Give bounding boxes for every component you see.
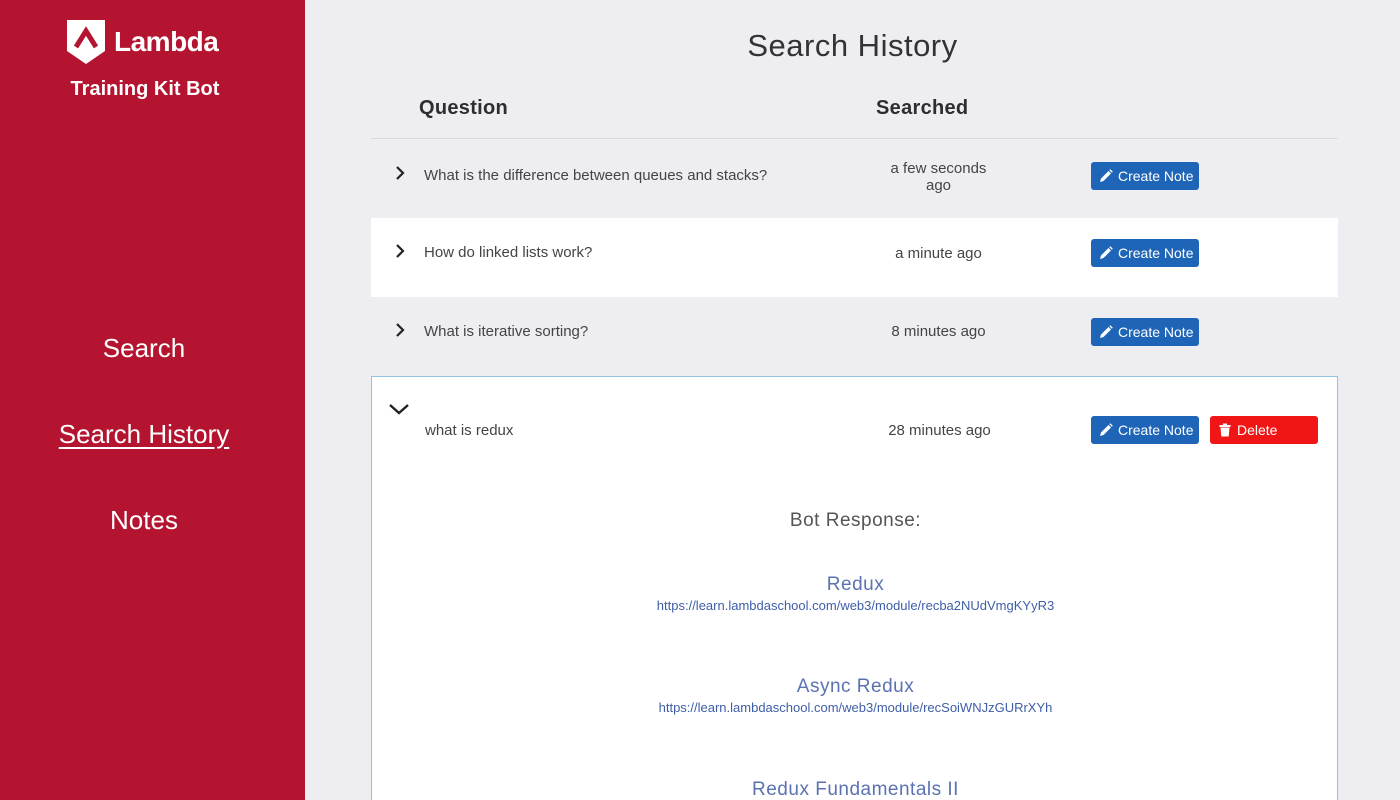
history-question: How do linked lists work? (424, 244, 593, 261)
column-header-question: Question (419, 97, 509, 119)
history-searched-time: 8 minutes ago (891, 323, 986, 340)
create-note-label: Create Note (1118, 324, 1194, 340)
history-searched-time: a minute ago (895, 245, 982, 262)
nav-notes[interactable]: Notes (0, 505, 288, 536)
nav-search-history[interactable]: Search History (0, 419, 288, 450)
create-note-button[interactable]: Create Note (1091, 239, 1199, 267)
response-link-title[interactable]: Async Redux (372, 676, 1339, 698)
create-note-label: Create Note (1118, 245, 1194, 261)
response-link-url[interactable]: https://learn.lambdaschool.com/web3/modu… (372, 700, 1339, 715)
response-link-url[interactable]: https://learn.lambdaschool.com/web3/modu… (372, 598, 1339, 613)
response-link-title[interactable]: Redux (372, 574, 1339, 596)
history-row[interactable]: How do linked lists work? a minute ago C… (371, 218, 1338, 297)
nav-search[interactable]: Search (0, 333, 288, 364)
page-title: Search History (747, 28, 958, 63)
history-row[interactable]: What is the difference between queues an… (371, 139, 1338, 218)
chevron-right-icon[interactable] (391, 321, 409, 339)
delete-label: Delete (1237, 422, 1278, 438)
history-question: What is the difference between queues an… (424, 167, 768, 184)
column-header-searched: Searched (876, 97, 969, 119)
lambda-logo-icon (67, 20, 105, 64)
create-note-button[interactable]: Create Note (1091, 162, 1199, 190)
brand-subtitle: Training Kit Bot (70, 78, 220, 100)
create-note-label: Create Note (1118, 422, 1194, 438)
chevron-right-icon[interactable] (391, 164, 409, 182)
chevron-down-icon[interactable] (387, 400, 411, 418)
history-searched-time: 28 minutes ago (888, 422, 991, 439)
create-note-button[interactable]: Create Note (1091, 318, 1199, 346)
create-note-button[interactable]: Create Note (1091, 416, 1199, 444)
delete-button[interactable]: Delete (1210, 416, 1318, 444)
history-row-expanded[interactable]: what is redux 28 minutes ago Create Note… (371, 376, 1338, 800)
chevron-right-icon[interactable] (391, 242, 409, 260)
pencil-icon (1100, 325, 1113, 338)
pencil-icon (1100, 246, 1113, 259)
response-link-title[interactable]: Redux Fundamentals II (372, 779, 1339, 800)
pencil-icon (1100, 423, 1113, 436)
pencil-icon (1100, 169, 1113, 182)
history-row[interactable]: What is iterative sorting? 8 minutes ago… (371, 297, 1338, 376)
history-question: What is iterative sorting? (424, 323, 589, 340)
brand[interactable]: Lambda (67, 20, 219, 64)
trash-icon (1219, 423, 1231, 437)
history-question: what is redux (425, 422, 514, 439)
bot-response-title: Bot Response: (789, 510, 922, 531)
history-searched-time-line1: a few seconds (890, 160, 987, 177)
history-searched-time-line2: ago (925, 177, 952, 194)
history-searched-time: a few seconds ago (871, 160, 1006, 194)
main-content: Search History Question Searched What is… (305, 0, 1400, 800)
brand-name: Lambda (114, 26, 219, 57)
create-note-label: Create Note (1118, 168, 1194, 184)
sidebar: Lambda Training Kit Bot Search Search Hi… (0, 0, 305, 800)
